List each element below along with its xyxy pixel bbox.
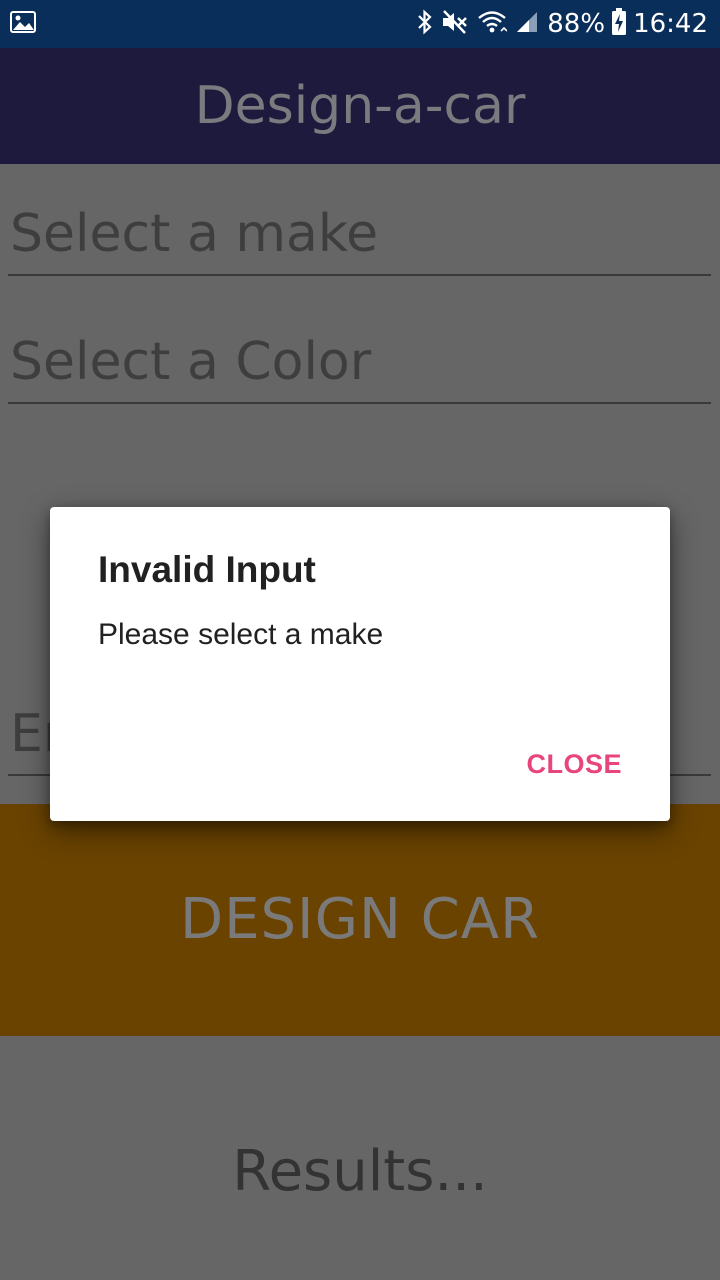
signal-icon	[515, 10, 539, 38]
app-bar: Design-a-car	[0, 48, 720, 164]
status-icons: 88% 16:42	[417, 0, 708, 48]
close-button[interactable]: CLOSE	[518, 745, 630, 784]
battery-percent: 88%	[547, 9, 606, 39]
make-select[interactable]: Select a make	[8, 204, 711, 276]
color-select-placeholder: Select a Color	[10, 332, 372, 392]
app-title: Design-a-car	[194, 76, 526, 136]
bluetooth-icon	[417, 9, 433, 39]
mute-icon	[441, 9, 469, 39]
clock: 16:42	[633, 9, 708, 39]
wifi-icon	[477, 9, 508, 39]
color-select[interactable]: Select a Color	[8, 332, 711, 404]
battery-charging-icon	[611, 8, 627, 40]
image-icon	[10, 11, 36, 33]
status-bar: 88% 16:42	[0, 0, 720, 48]
alert-dialog: Invalid Input Please select a make CLOSE	[50, 507, 670, 821]
make-select-placeholder: Select a make	[10, 204, 379, 264]
design-car-button[interactable]: DESIGN CAR	[0, 804, 720, 1036]
dialog-title: Invalid Input	[98, 549, 316, 590]
dialog-message: Please select a make	[98, 618, 384, 651]
results-text: Results...	[232, 1139, 488, 1204]
